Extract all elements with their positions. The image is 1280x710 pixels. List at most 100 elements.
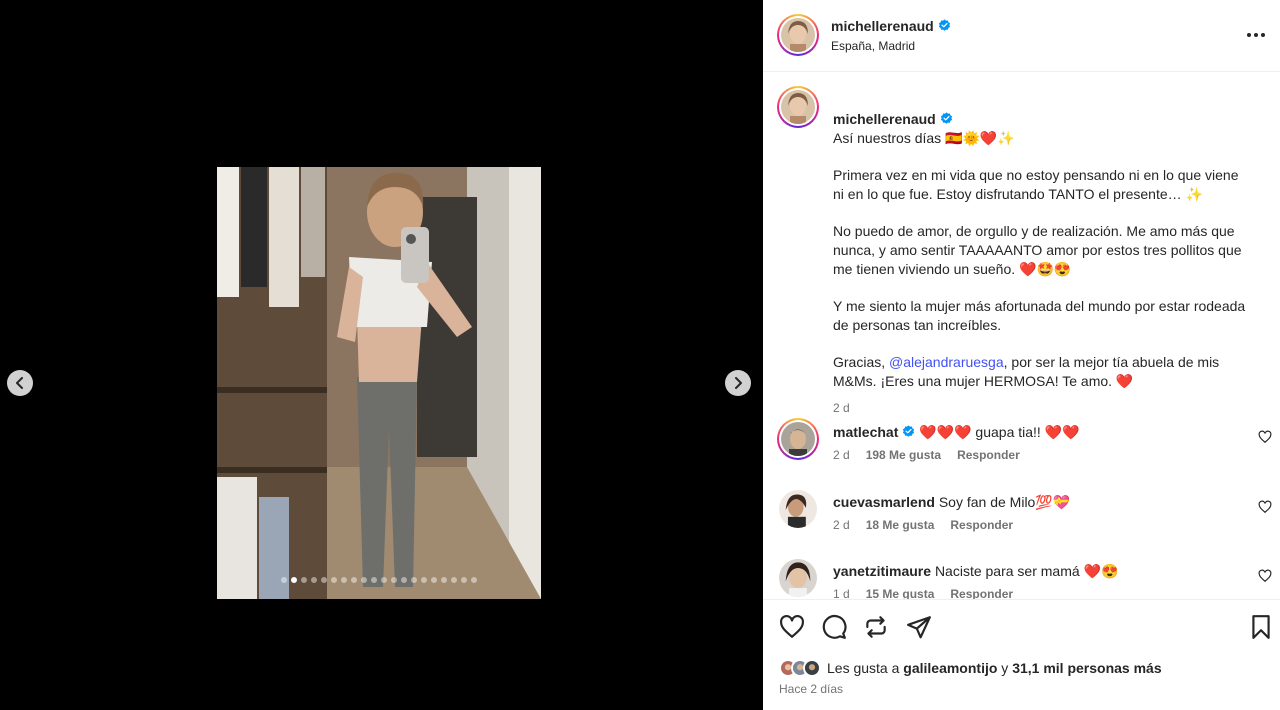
post-photo[interactable]	[217, 167, 541, 599]
carousel-dot	[431, 577, 437, 583]
mention-link[interactable]: @alejandraruesga	[889, 354, 1004, 370]
caption-time[interactable]: 2 d	[833, 399, 1253, 418]
author-avatar[interactable]	[777, 14, 819, 56]
liker-avatar	[803, 659, 821, 677]
author-username-text[interactable]: michellerenaud	[831, 18, 934, 34]
carousel-dot	[461, 577, 467, 583]
carousel-dot	[441, 577, 447, 583]
comment-like-heart-icon[interactable]	[1258, 430, 1272, 444]
caption-author-avatar[interactable]	[777, 86, 819, 128]
comment-likes[interactable]: 18 Me gusta	[866, 518, 935, 532]
likes-joiner: y	[997, 660, 1013, 676]
caption-paragraph: Primera vez en mi vida que no estoy pens…	[833, 167, 1239, 202]
send-icon[interactable]	[906, 614, 932, 640]
post-actions-bar: Les gusta a galileamontijo y 31,1 mil pe…	[763, 599, 1280, 710]
carousel-dot	[331, 577, 337, 583]
post-date[interactable]: Hace 2 días	[779, 682, 843, 696]
carousel-dot	[361, 577, 367, 583]
comment-item: matlechat ❤️❤️❤️ guapa tia!! ❤️❤️ 2 d 198…	[763, 418, 1280, 480]
comment-likes[interactable]: 15 Me gusta	[866, 587, 935, 599]
comment-icon[interactable]	[821, 614, 847, 640]
comment-time[interactable]: 1 d	[833, 587, 850, 599]
comment-meta: 1 d 15 Me gusta Responder	[833, 587, 1013, 599]
more-dot-icon	[1261, 33, 1265, 37]
comment-username[interactable]: cuevasmarlend	[833, 494, 935, 510]
repost-icon[interactable]	[863, 614, 889, 640]
comment-reply-button[interactable]: Responder	[950, 587, 1013, 599]
post-location[interactable]: España, Madrid	[831, 39, 915, 53]
comment-time[interactable]: 2 d	[833, 518, 850, 532]
caption-paragraph-gratitude: Gracias, @alejandraruesga, por ser la me…	[833, 353, 1253, 391]
comment-like-heart-icon[interactable]	[1258, 500, 1272, 514]
author-username[interactable]: michellerenaud	[831, 18, 951, 34]
carousel-dot	[281, 577, 287, 583]
comment-like-heart-icon[interactable]	[1258, 569, 1272, 583]
author-avatar-image	[781, 18, 815, 52]
comment-item: yanetzitimaure Naciste para ser mamá ❤️😍…	[763, 559, 1280, 599]
comment-username[interactable]: matlechat	[833, 424, 898, 440]
comments-section[interactable]: michellerenaud Así nuestros días 🇪🇸🌞❤️✨ …	[763, 73, 1280, 599]
likes-user-link[interactable]: galileamontijo	[903, 660, 997, 676]
commenter-avatar-image	[781, 422, 815, 456]
commenter-avatar[interactable]	[779, 490, 817, 528]
comment-meta: 2 d 198 Me gusta Responder	[833, 448, 1020, 462]
carousel-dot	[341, 577, 347, 583]
comment-item: cuevasmarlend Soy fan de Milo💯💝 2 d 18 Me…	[763, 490, 1280, 550]
carousel-dot	[371, 577, 377, 583]
likes-others-link[interactable]: 31,1 mil personas más	[1012, 660, 1161, 676]
caption-title: Así nuestros días 🇪🇸🌞❤️✨	[833, 130, 1015, 146]
likes-text: Les gusta a galileamontijo y 31,1 mil pe…	[827, 660, 1162, 676]
comment-text: matlechat ❤️❤️❤️ guapa tia!! ❤️❤️	[833, 424, 1080, 441]
carousel-dot	[411, 577, 417, 583]
comment-text: cuevasmarlend Soy fan de Milo💯💝	[833, 494, 1070, 511]
carousel-next-button[interactable]	[725, 370, 751, 396]
comment-likes[interactable]: 198 Me gusta	[866, 448, 941, 462]
heart-icon[interactable]	[779, 614, 805, 640]
comment-body: ❤️❤️❤️ guapa tia!! ❤️❤️	[919, 424, 1080, 440]
caption-author-avatar-image	[781, 90, 815, 124]
carousel-dot	[471, 577, 477, 583]
post-header: michellerenaud España, Madrid	[763, 0, 1280, 72]
chevron-left-icon	[16, 377, 23, 389]
carousel-dot	[301, 577, 307, 583]
carousel-dot	[451, 577, 457, 583]
comment-username[interactable]: yanetzitimaure	[833, 563, 931, 579]
commenter-avatar-image	[779, 490, 817, 528]
carousel-dot	[421, 577, 427, 583]
carousel-dot	[381, 577, 387, 583]
likes-summary[interactable]: Les gusta a galileamontijo y 31,1 mil pe…	[779, 658, 1162, 678]
carousel-dot	[391, 577, 397, 583]
more-options-button[interactable]	[1244, 26, 1268, 44]
likes-prefix: Les gusta a	[827, 660, 904, 676]
verified-badge-icon	[938, 19, 950, 31]
comment-time[interactable]: 2 d	[833, 448, 850, 462]
commenter-avatar[interactable]	[779, 559, 817, 597]
media-viewer	[0, 0, 763, 710]
comment-reply-button[interactable]: Responder	[957, 448, 1020, 462]
comment-meta: 2 d 18 Me gusta Responder	[833, 518, 1013, 532]
carousel-indicator	[217, 577, 541, 583]
carousel-dot	[291, 577, 297, 583]
carousel-prev-button[interactable]	[7, 370, 33, 396]
more-dot-icon	[1254, 33, 1258, 37]
caption-username[interactable]: michellerenaud	[833, 111, 936, 127]
post-side-panel: michellerenaud España, Madrid michellere…	[763, 0, 1280, 710]
carousel-dot	[351, 577, 357, 583]
chevron-right-icon	[735, 377, 742, 389]
carousel-dot	[401, 577, 407, 583]
comment-body: Soy fan de Milo💯💝	[938, 494, 1071, 510]
caption-paragraph: Y me siento la mujer más afortunada del …	[833, 298, 1246, 333]
verified-badge-icon	[940, 112, 952, 124]
carousel-dot	[311, 577, 317, 583]
carousel-dot	[321, 577, 327, 583]
comment-text: yanetzitimaure Naciste para ser mamá ❤️😍	[833, 563, 1118, 580]
caption-text: michellerenaud Así nuestros días 🇪🇸🌞❤️✨ …	[833, 91, 1253, 418]
caption-paragraph: No puedo de amor, de orgullo y de realiz…	[833, 223, 1242, 277]
comment-reply-button[interactable]: Responder	[950, 518, 1013, 532]
mirror-selfie-image	[217, 167, 541, 599]
commenter-avatar-image	[779, 559, 817, 597]
more-dot-icon	[1247, 33, 1251, 37]
bookmark-icon[interactable]	[1248, 614, 1274, 640]
commenter-avatar[interactable]	[777, 418, 819, 460]
verified-badge-icon	[903, 425, 915, 437]
